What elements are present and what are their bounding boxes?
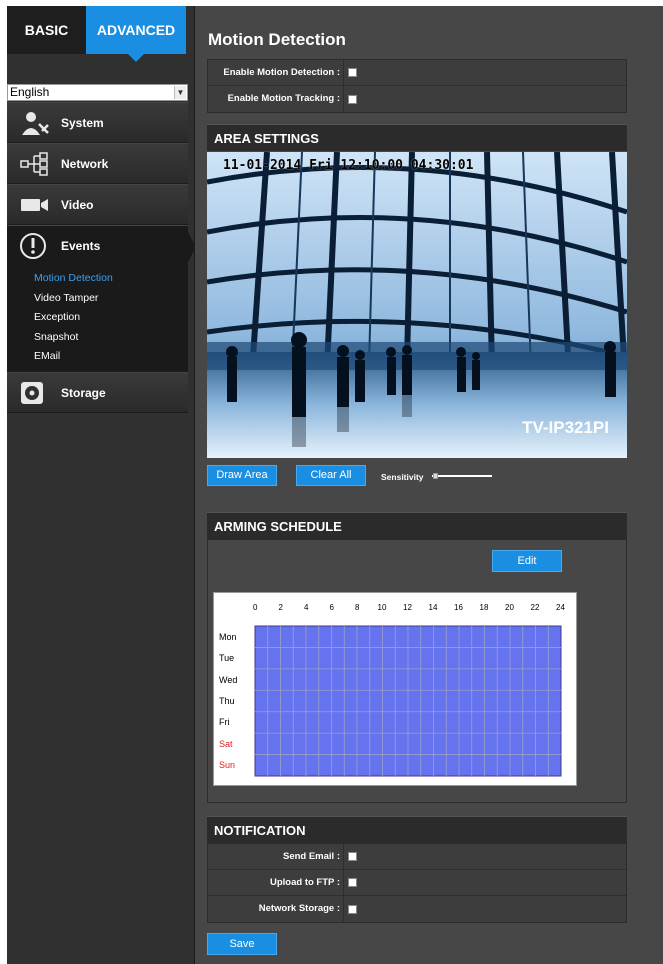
camera-model-label: TV-IP321PI bbox=[522, 418, 609, 437]
sidebar-item-video[interactable]: Video bbox=[7, 184, 188, 225]
camera-preview[interactable]: 11-01-2014 Fri 12:10:00 04:30:01 TV-IP32… bbox=[207, 152, 627, 458]
storage-icon bbox=[19, 378, 57, 408]
upload-ftp-checkbox[interactable] bbox=[348, 878, 357, 887]
submenu-item-motion-detection[interactable]: Motion Detection bbox=[34, 269, 113, 289]
sidebar-item-storage[interactable]: Storage bbox=[7, 372, 188, 413]
send-email-label: Send Email : bbox=[208, 844, 344, 869]
enable-motion-tracking-label: Enable Motion Tracking : bbox=[208, 86, 344, 112]
enable-motion-tracking-checkbox[interactable] bbox=[348, 94, 357, 104]
upload-ftp-label: Upload to FTP : bbox=[208, 870, 344, 895]
slider-handle[interactable] bbox=[433, 473, 438, 479]
sensitivity-slider[interactable] bbox=[432, 473, 492, 479]
network-storage-checkbox[interactable] bbox=[348, 904, 357, 914]
option-row: Network Storage : bbox=[208, 896, 626, 922]
submenu-item-snapshot[interactable]: Snapshot bbox=[34, 328, 113, 348]
schedule-grid-cells bbox=[254, 625, 562, 777]
schedule-grid[interactable]: 0 2 4 6 8 10 12 14 16 18 20 22 24 Mon Tue Wed Thu Fri Sat… bbox=[213, 592, 577, 786]
sidebar-item-label: Network bbox=[61, 156, 109, 171]
sidebar-item-label: Events bbox=[61, 239, 101, 253]
system-icon bbox=[19, 108, 57, 138]
sidebar-item-label: Video bbox=[61, 197, 94, 212]
sidebar-item-network[interactable]: Network bbox=[7, 143, 188, 184]
option-row: Send Email : bbox=[208, 844, 626, 870]
enable-motion-detection-checkbox[interactable] bbox=[348, 68, 357, 77]
notification-options: Send Email : Upload to FTP : Network Sto… bbox=[207, 843, 627, 923]
option-row: Enable Motion Detection : bbox=[208, 60, 626, 86]
arming-schedule-heading: ARMING SCHEDULE bbox=[207, 512, 627, 539]
submenu-item-video-tamper[interactable]: Video Tamper bbox=[34, 289, 113, 309]
area-settings-heading: AREA SETTINGS bbox=[207, 124, 627, 151]
main-content: Motion Detection Enable Motion Detection… bbox=[195, 6, 663, 964]
events-submenu: Motion Detection Video Tamper Exception … bbox=[34, 269, 113, 367]
sidebar: BASIC ADVANCED English ▼ System Network … bbox=[7, 6, 196, 964]
tab-advanced[interactable]: ADVANCED bbox=[86, 6, 186, 62]
camera-osd-timestamp: 11-01-2014 Fri 12:10:00 04:30:01 bbox=[223, 158, 474, 173]
enable-motion-detection-label: Enable Motion Detection : bbox=[208, 60, 344, 85]
send-email-checkbox[interactable] bbox=[348, 852, 357, 861]
draw-area-button[interactable]: Draw Area bbox=[207, 465, 277, 486]
sidebar-item-label: System bbox=[61, 115, 104, 130]
tab-basic[interactable]: BASIC bbox=[7, 6, 86, 54]
slider-track bbox=[432, 475, 492, 477]
submenu-item-exception[interactable]: Exception bbox=[34, 308, 113, 328]
sidebar-item-events[interactable]: Events Motion Detection Video Tamper Exc… bbox=[7, 225, 196, 372]
clear-all-button[interactable]: Clear All bbox=[296, 465, 366, 486]
sidebar-item-system[interactable]: System bbox=[7, 102, 188, 143]
sensitivity-label: Sensitivity bbox=[381, 472, 424, 482]
notification-heading: NOTIFICATION bbox=[207, 816, 627, 843]
sidebar-item-label: Storage bbox=[61, 385, 106, 400]
edit-schedule-button[interactable]: Edit bbox=[492, 550, 562, 572]
language-selected-value: English bbox=[10, 85, 50, 99]
mode-tabs: BASIC ADVANCED bbox=[7, 6, 195, 62]
chevron-down-icon[interactable]: ▼ bbox=[174, 86, 186, 99]
video-icon bbox=[19, 190, 57, 220]
save-button[interactable]: Save bbox=[207, 933, 277, 955]
network-storage-label: Network Storage : bbox=[208, 896, 344, 922]
option-row: Enable Motion Tracking : bbox=[208, 86, 626, 112]
page-title: Motion Detection bbox=[208, 30, 346, 49]
motion-options: Enable Motion Detection : Enable Motion … bbox=[207, 59, 627, 113]
camera-image bbox=[207, 152, 627, 458]
option-row: Upload to FTP : bbox=[208, 870, 626, 896]
language-select[interactable]: English ▼ bbox=[7, 84, 188, 101]
submenu-item-email[interactable]: EMail bbox=[34, 347, 113, 367]
network-icon bbox=[19, 149, 57, 179]
events-icon bbox=[19, 231, 57, 261]
